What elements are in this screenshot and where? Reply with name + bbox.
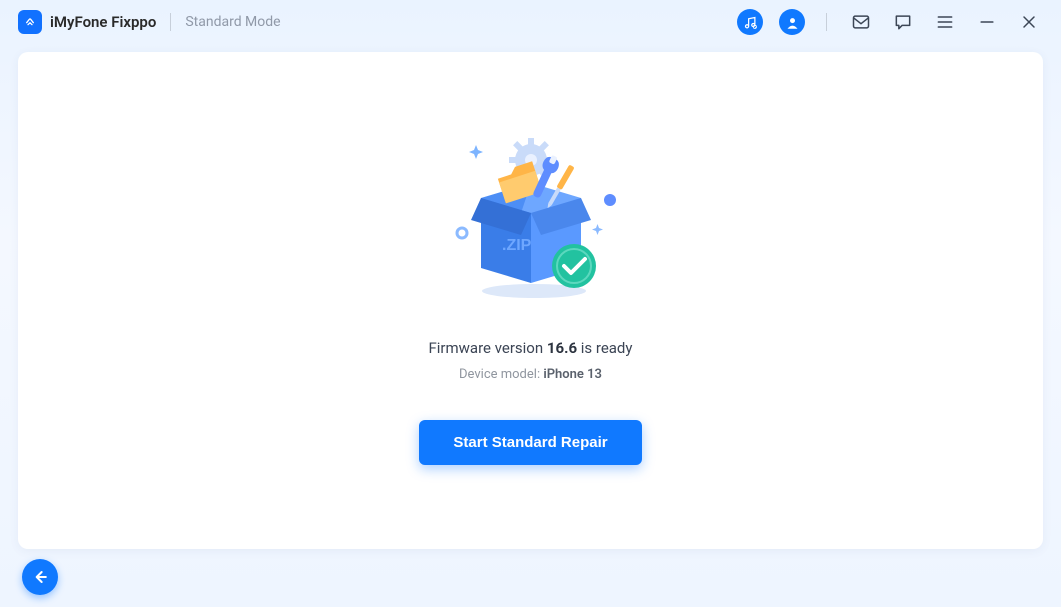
mode-label: Standard Mode xyxy=(185,14,280,30)
close-icon xyxy=(1019,12,1039,32)
mail-icon xyxy=(851,12,871,32)
menu-button[interactable] xyxy=(931,8,959,36)
status-suffix: is ready xyxy=(577,339,632,357)
main-card: .ZIP Firmware version 16.6 is ready Devi… xyxy=(18,52,1043,549)
minimize-button[interactable] xyxy=(973,8,1001,36)
firmware-status-text: Firmware version 16.6 is ready xyxy=(428,339,632,357)
device-model: iPhone 13 xyxy=(543,367,602,382)
box-label: .ZIP xyxy=(502,237,532,254)
divider xyxy=(826,13,827,31)
firmware-box-illustration: .ZIP xyxy=(426,138,636,313)
user-icon xyxy=(779,9,805,35)
app-logo xyxy=(18,10,42,34)
music-share-button[interactable] xyxy=(736,8,764,36)
start-repair-button[interactable]: Start Standard Repair xyxy=(419,420,641,465)
close-button[interactable] xyxy=(1015,8,1043,36)
device-label: Device model: xyxy=(459,367,543,382)
back-button[interactable] xyxy=(22,559,58,595)
device-model-text: Device model: iPhone 13 xyxy=(459,367,602,382)
music-icon xyxy=(737,9,763,35)
account-button[interactable] xyxy=(778,8,806,36)
chat-icon xyxy=(893,12,913,32)
arrow-left-icon xyxy=(30,567,50,587)
menu-icon xyxy=(935,12,955,32)
firmware-version: 16.6 xyxy=(547,339,577,357)
feedback-button[interactable] xyxy=(889,8,917,36)
status-prefix: Firmware version xyxy=(428,339,546,357)
divider xyxy=(170,13,171,31)
minimize-icon xyxy=(977,12,997,32)
mail-button[interactable] xyxy=(847,8,875,36)
app-title: iMyFone Fixppo xyxy=(50,13,156,31)
